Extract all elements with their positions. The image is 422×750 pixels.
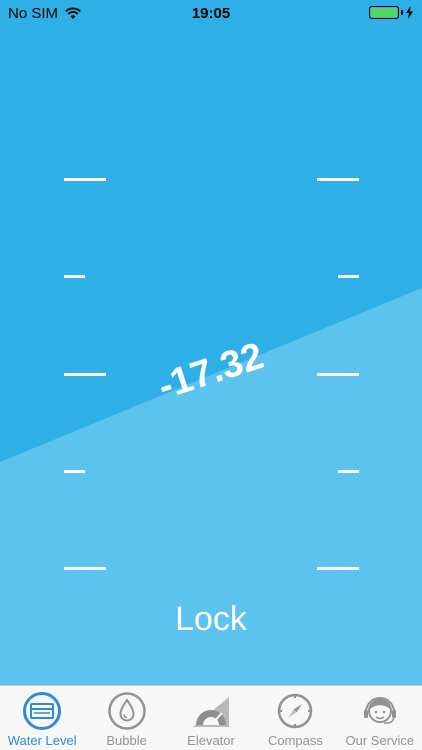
charging-bolt-icon bbox=[406, 6, 413, 19]
tab-bubble[interactable]: Bubble bbox=[84, 686, 168, 750]
lock-button[interactable]: Lock bbox=[0, 600, 422, 639]
tab-our-service[interactable]: Our Service bbox=[338, 686, 422, 750]
battery-icon bbox=[369, 6, 399, 19]
bubble-icon bbox=[107, 692, 146, 730]
tab-bar: Water Level Bubble Elevator Compass Our … bbox=[0, 685, 422, 750]
tab-label: Compass bbox=[267, 733, 323, 748]
status-time: 19:05 bbox=[191, 5, 231, 22]
protractor-icon bbox=[193, 697, 230, 727]
scale-tick-right bbox=[338, 470, 359, 473]
scale-tick-left bbox=[64, 373, 106, 376]
tab-label: Elevator bbox=[187, 733, 235, 748]
tab-compass[interactable]: Compass bbox=[253, 686, 337, 750]
status-bar: No SIM 19:05 bbox=[0, 0, 422, 28]
scale-tick-right bbox=[317, 178, 359, 181]
battery-tip bbox=[401, 10, 403, 15]
water-surface bbox=[0, 288, 422, 685]
support-agent-icon bbox=[363, 697, 396, 724]
tab-label: Our Service bbox=[345, 733, 415, 748]
scale-tick-right bbox=[317, 567, 359, 570]
tab-elevator[interactable]: Elevator bbox=[169, 686, 253, 750]
water-level-screen: No SIM 19:05 -17.32 Lock Water Level Bub… bbox=[0, 0, 422, 750]
battery-fill bbox=[371, 8, 397, 17]
scale-tick-left bbox=[64, 567, 106, 570]
status-right bbox=[369, 6, 414, 19]
tab-water-level[interactable]: Water Level bbox=[0, 686, 84, 750]
scale-tick-right bbox=[317, 373, 359, 376]
compass-icon bbox=[278, 693, 313, 729]
scale-tick-left bbox=[64, 178, 106, 181]
water-level-icon bbox=[23, 692, 62, 730]
tab-label: Water Level bbox=[7, 733, 77, 748]
tab-label: Bubble bbox=[106, 733, 147, 748]
scale-tick-right bbox=[338, 275, 359, 278]
scale-tick-left bbox=[64, 275, 85, 278]
scale-tick-left bbox=[64, 470, 85, 473]
